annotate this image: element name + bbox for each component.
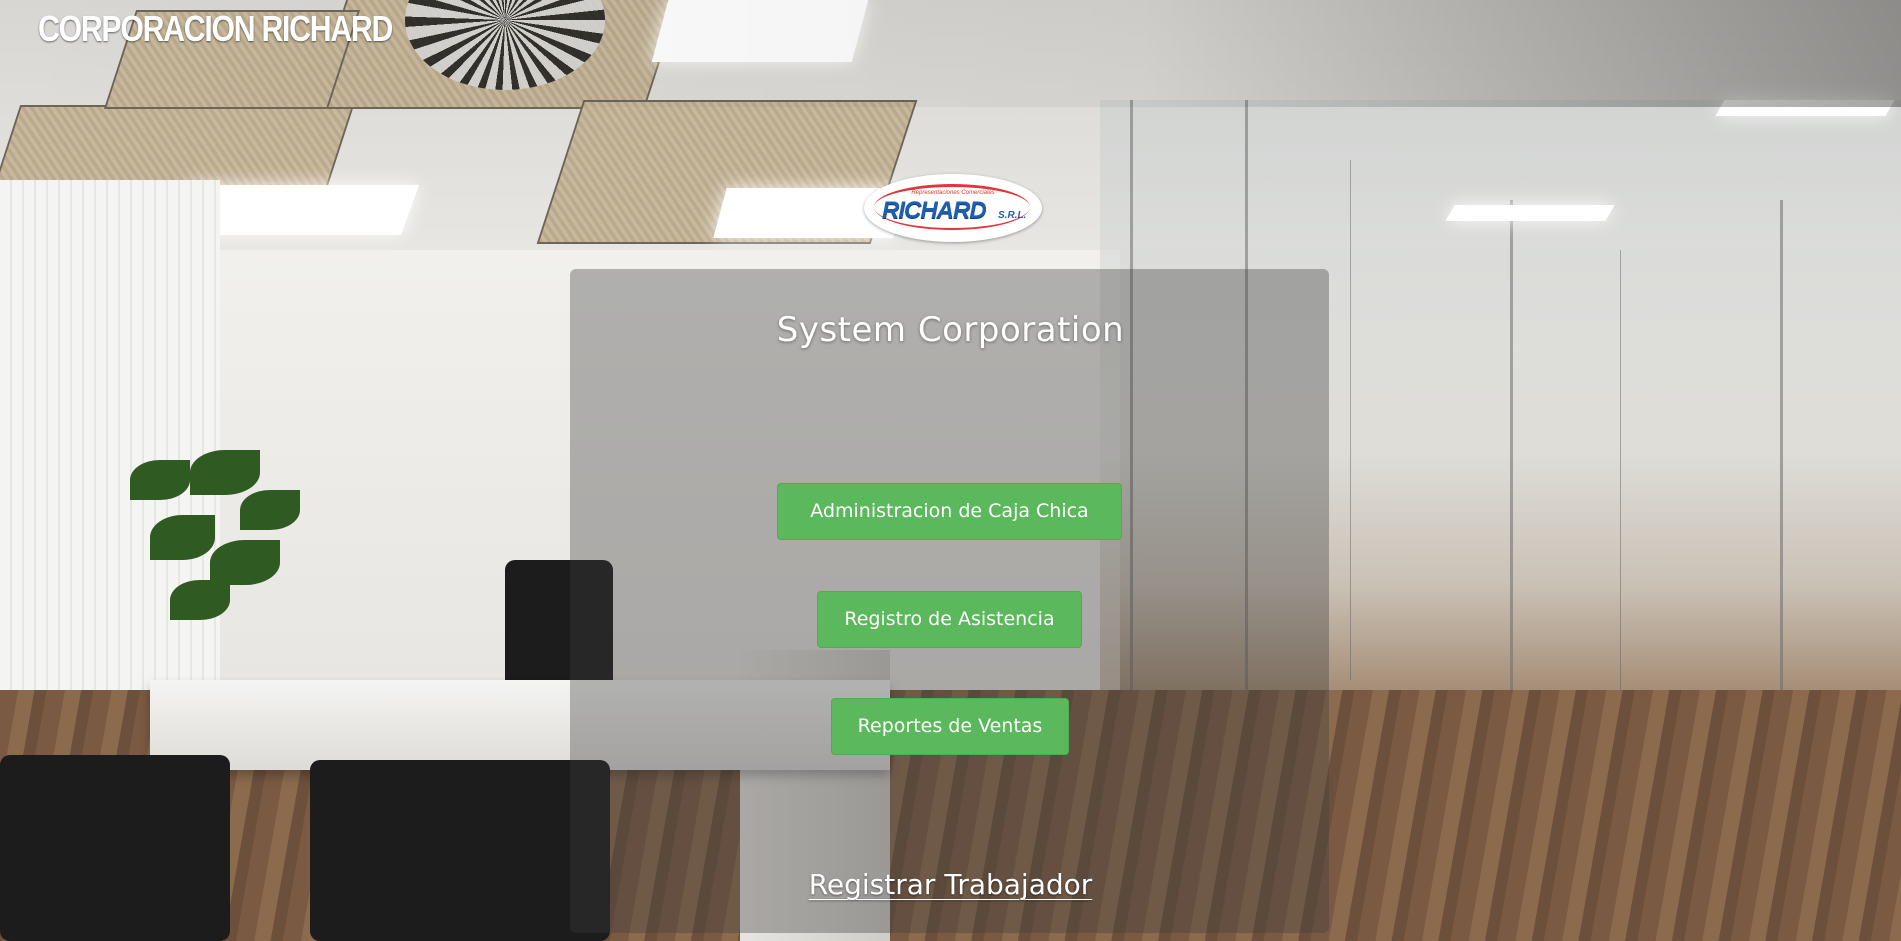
- reportes-ventas-button[interactable]: Reportes de Ventas: [831, 698, 1069, 755]
- glass-frame: [1780, 200, 1783, 740]
- glass-frame: [1510, 200, 1513, 760]
- logo-name: RICHARD: [882, 197, 987, 224]
- plant-leaf: [130, 460, 190, 500]
- registro-asistencia-button[interactable]: Registro de Asistencia: [817, 591, 1082, 648]
- plant-leaf: [170, 580, 230, 620]
- plant-leaf: [190, 450, 260, 495]
- registrar-trabajador-link[interactable]: Registrar Trabajador: [809, 868, 1093, 901]
- office-chair: [0, 755, 230, 941]
- plant-leaf: [150, 515, 215, 560]
- company-logo: Representaciones Comerciales RICHARD S.R…: [864, 174, 1042, 242]
- logo-tagline: Representaciones Comerciales: [911, 190, 995, 196]
- brand-title: CORPORACION RICHARD: [38, 8, 393, 49]
- ceiling-light: [1445, 205, 1615, 221]
- plant-leaf: [210, 540, 280, 585]
- caja-chica-button[interactable]: Administracion de Caja Chica: [777, 483, 1122, 540]
- panel-title: System Corporation: [776, 310, 1125, 350]
- plant: [130, 450, 300, 690]
- logo-suffix: S.R.L.: [998, 210, 1027, 221]
- glass-frame: [1350, 160, 1351, 680]
- register-link-container: Registrar Trabajador: [0, 868, 1901, 901]
- page: CORPORACION RICHARD Representaciones Com…: [0, 0, 1901, 941]
- plant-leaf: [240, 490, 300, 530]
- office-chair: [310, 760, 610, 941]
